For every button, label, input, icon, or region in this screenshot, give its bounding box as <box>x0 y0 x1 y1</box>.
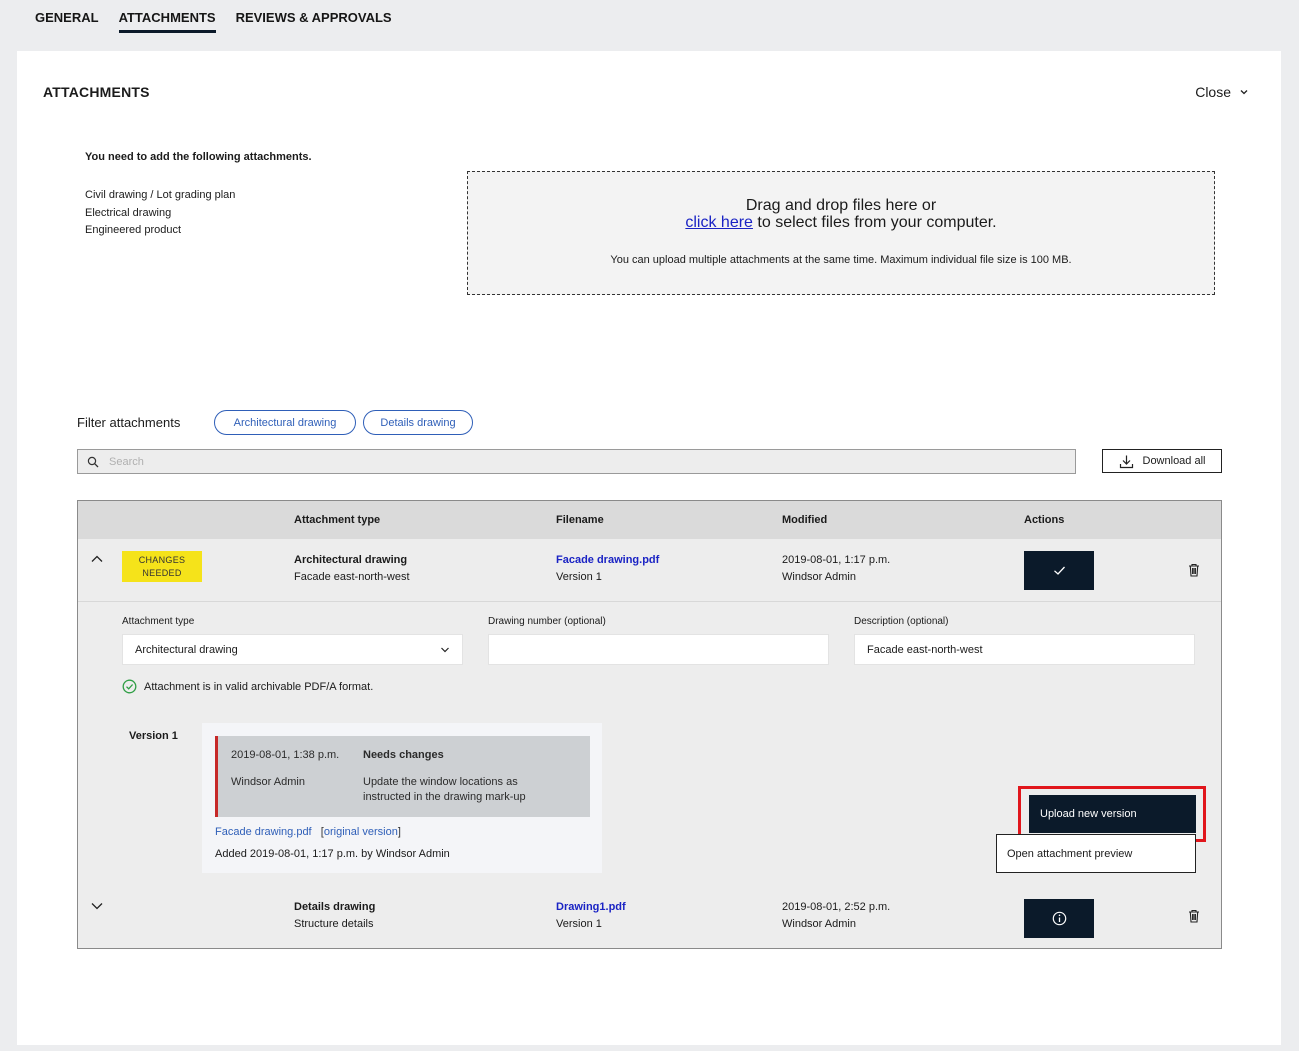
drawing-number-label: Drawing number (optional) <box>488 616 606 627</box>
version-card: 2019-08-01, 1:38 p.m. Needs changes Wind… <box>202 723 602 873</box>
row-attachment-type: Architectural drawing <box>294 554 408 566</box>
version-files: Facade drawing.pdf [original version] <box>215 826 401 838</box>
filter-chip-architectural[interactable]: Architectural drawing <box>214 410 356 435</box>
dropzone-note: You can upload multiple attachments at t… <box>610 254 1072 266</box>
close-button[interactable]: Close <box>1195 84 1249 100</box>
search-bar <box>77 449 1076 474</box>
download-icon <box>1119 455 1133 468</box>
drawing-number-field[interactable] <box>488 634 829 665</box>
search-icon <box>87 456 99 467</box>
attachments-table: Attachment type Filename Modified Action… <box>77 500 1222 949</box>
attachment-type-value: Architectural drawing <box>135 643 238 656</box>
row-modified-by: Windsor Admin <box>782 918 856 930</box>
tab-reviews-approvals[interactable]: REVIEWS & APPROVALS <box>236 0 392 33</box>
chevron-up-icon[interactable] <box>90 554 104 564</box>
header-filename: Filename <box>556 514 604 526</box>
note-text-line1: Update the window locations as <box>363 776 518 788</box>
description-label: Description (optional) <box>854 616 949 627</box>
note-author: Windsor Admin <box>231 776 305 788</box>
list-item: Engineered product <box>85 224 182 236</box>
close-label: Close <box>1195 84 1231 100</box>
trash-icon[interactable] <box>1188 563 1200 577</box>
description-field[interactable]: Facade east-north-west <box>854 634 1195 665</box>
list-item: Civil drawing / Lot grading plan <box>85 189 236 201</box>
row-attachment-subtype: Structure details <box>294 918 374 930</box>
list-item: Electrical drawing <box>85 206 172 219</box>
row-divider <box>78 601 1221 602</box>
approve-button[interactable] <box>1024 551 1094 590</box>
filter-label: Filter attachments <box>77 415 181 430</box>
version-added-text: Added 2019-08-01, 1:17 p.m. by Windsor A… <box>215 848 450 860</box>
info-button[interactable] <box>1024 899 1094 938</box>
row-modified-date: 2019-08-01, 1:17 p.m. <box>782 554 891 566</box>
filter-chip-details[interactable]: Details drawing <box>363 410 473 435</box>
chevron-down-icon[interactable] <box>90 901 104 911</box>
required-attachments-title: You need to add the following attachment… <box>85 151 312 163</box>
dropzone-instruction: Drag and drop files here or <box>745 197 937 214</box>
row-version: Version 1 <box>556 918 602 930</box>
status-badge: CHANGES NEEDED <box>122 551 202 582</box>
search-input[interactable] <box>109 455 1009 468</box>
chevron-down-icon <box>441 647 449 653</box>
attachment-type-label: Attachment type <box>122 616 195 627</box>
upload-new-version-button[interactable]: Upload new version <box>1029 795 1196 833</box>
note-status: Needs changes <box>363 749 444 761</box>
dropzone-instruction-rest: to select files from your computer. <box>752 214 997 231</box>
note-date: 2019-08-01, 1:38 p.m. <box>231 749 340 761</box>
row-modified-date: 2019-08-01, 2:52 p.m. <box>782 901 891 913</box>
version-label: Version 1 <box>129 730 178 742</box>
pdfa-validation: Attachment is in valid archivable PDF/A … <box>122 679 373 694</box>
click-here-link[interactable]: click here <box>685 214 753 231</box>
open-attachment-preview-button[interactable]: Open attachment preview <box>996 834 1196 873</box>
chevron-down-icon <box>1240 90 1248 95</box>
description-value: Facade east-north-west <box>867 643 983 656</box>
bracket-close: ] <box>397 826 401 838</box>
table-header: Attachment type Filename Modified Action… <box>78 501 1221 539</box>
row-attachment-type: Details drawing <box>294 901 376 913</box>
dropzone-instruction-2: click here to select files from your com… <box>468 214 1214 232</box>
filename-link[interactable]: Drawing1.pdf <box>556 901 626 913</box>
pdfa-validation-text: Attachment is in valid archivable PDF/A … <box>144 680 374 693</box>
file-dropzone[interactable]: Drag and drop files here or click here t… <box>467 171 1215 295</box>
download-all-button[interactable]: Download all <box>1102 449 1222 473</box>
panel-title: ATTACHMENTS <box>43 84 150 100</box>
header-attachment-type: Attachment type <box>294 514 381 526</box>
row-version: Version 1 <box>556 571 602 583</box>
row-modified-by: Windsor Admin <box>782 571 856 583</box>
header-modified: Modified <box>782 514 828 526</box>
tab-general[interactable]: GENERAL <box>35 0 99 33</box>
attachment-type-select[interactable]: Architectural drawing <box>122 634 463 665</box>
tab-attachments[interactable]: ATTACHMENTS <box>118 0 216 33</box>
check-circle-icon <box>122 679 137 694</box>
header-actions: Actions <box>1024 514 1065 526</box>
check-icon <box>1053 566 1065 575</box>
version-file-link[interactable]: Facade drawing.pdf <box>215 826 312 838</box>
tab-bar: GENERAL ATTACHMENTS REVIEWS & APPROVALS <box>35 0 392 34</box>
note-text-line2: instructed in the drawing mark-up <box>363 791 526 803</box>
bracket-open: [ <box>314 826 324 838</box>
original-version-link[interactable]: original version <box>324 826 398 838</box>
trash-icon[interactable] <box>1188 909 1200 923</box>
attachments-panel: ATTACHMENTS Close You need to add the fo… <box>17 51 1281 1045</box>
review-note: 2019-08-01, 1:38 p.m. Needs changes Wind… <box>215 736 590 817</box>
info-icon <box>1052 911 1066 926</box>
row-attachment-subtype: Facade east-north-west <box>294 571 410 583</box>
required-attachments-list: Civil drawing / Lot grading plan Electri… <box>85 187 235 240</box>
filename-link[interactable]: Facade drawing.pdf <box>556 554 659 566</box>
download-all-label: Download all <box>1142 455 1206 467</box>
